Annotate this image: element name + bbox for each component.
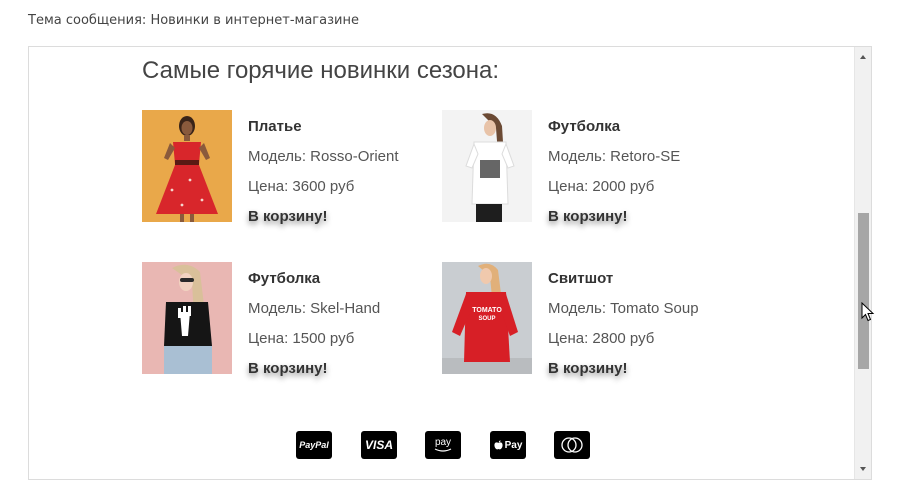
amazon-pay-label: pay (434, 436, 452, 448)
payment-methods: PayPal VISA pay Pay (296, 431, 616, 459)
email-headline: Самые горячие новинки сезона: (142, 57, 500, 84)
email-content: Самые горячие новинки сезона: Платье Мод… (142, 55, 742, 459)
product-card-dress: Платье Модель: Rosso-Orient Цена: 3600 р… (142, 110, 442, 235)
add-to-cart-button[interactable]: В корзину! (248, 358, 328, 382)
sweatshirt-print-line2: SOUP (478, 316, 495, 322)
scroll-up-arrow-icon[interactable] (855, 49, 871, 65)
product-name: Свитшот (548, 270, 614, 287)
product-model: Модель: Rosso-Orient (248, 148, 399, 165)
add-to-cart-button[interactable]: В корзину! (548, 206, 628, 230)
product-image-sweatshirt: TOMATO SOUP (442, 262, 532, 374)
product-name: Платье (248, 118, 302, 135)
scroll-down-arrow-icon[interactable] (855, 461, 871, 477)
product-card-sweatshirt: TOMATO SOUP Свитшот Модель: Tomato Soup … (442, 262, 742, 387)
product-name: Футболка (548, 118, 621, 135)
product-image-tshirt-black (142, 262, 232, 374)
product-info: Платье Модель: Rosso-Orient Цена: 3600 р… (248, 116, 399, 230)
product-price: Цена: 3600 руб (248, 178, 355, 195)
paypal-icon: PayPal (296, 431, 332, 459)
product-price: Цена: 1500 руб (248, 330, 355, 347)
mouse-cursor-icon (861, 302, 875, 322)
scrollbar-thumb[interactable] (858, 213, 869, 369)
amazon-pay-icon: pay (425, 431, 461, 459)
product-image-tshirt-white (442, 110, 532, 222)
visa-icon: VISA (361, 431, 397, 459)
vertical-scrollbar[interactable] (854, 47, 871, 479)
sweatshirt-print-line1: TOMATO (472, 307, 502, 314)
product-name: Футболка (248, 270, 321, 287)
product-model: Модель: Skel-Hand (248, 300, 381, 317)
product-info: Футболка Модель: Skel-Hand Цена: 1500 ру… (248, 268, 380, 382)
mastercard-icon (554, 431, 590, 459)
apple-pay-icon: Pay (490, 431, 526, 459)
product-card-tshirt-black: Футболка Модель: Skel-Hand Цена: 1500 ру… (142, 262, 442, 387)
email-preview-pane[interactable]: Самые горячие новинки сезона: Платье Мод… (28, 46, 872, 480)
product-card-tshirt-white: Футболка Модель: Retoro-SE Цена: 2000 ру… (442, 110, 742, 235)
product-price: Цена: 2000 руб (548, 178, 655, 195)
product-image-dress (142, 110, 232, 222)
product-model: Модель: Retoro-SE (548, 148, 681, 165)
product-info: Свитшот Модель: Tomato Soup Цена: 2800 р… (548, 268, 699, 382)
message-subject: Тема сообщения: Новинки в интернет-магаз… (28, 13, 359, 28)
product-model: Модель: Tomato Soup (548, 300, 699, 317)
apple-pay-label: Pay (504, 439, 523, 451)
add-to-cart-button[interactable]: В корзину! (548, 358, 628, 382)
add-to-cart-button[interactable]: В корзину! (248, 206, 328, 230)
product-info: Футболка Модель: Retoro-SE Цена: 2000 ру… (548, 116, 680, 230)
product-price: Цена: 2800 руб (548, 330, 655, 347)
